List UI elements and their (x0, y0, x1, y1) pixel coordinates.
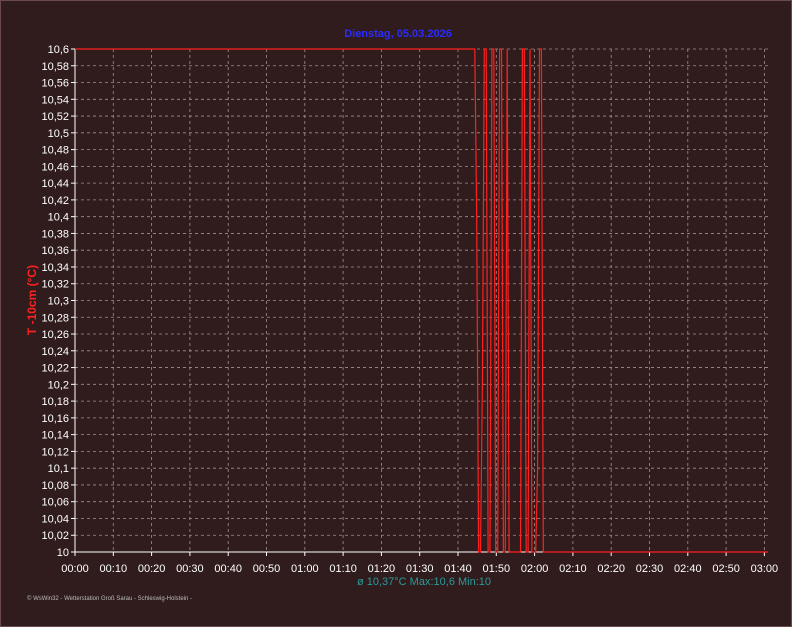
y-tick-label: 10,58 (41, 61, 69, 73)
y-tick-label: 10,52 (41, 111, 69, 123)
y-tick-label: 10,34 (41, 262, 69, 274)
stats-readout: ø 10,37°C Max:10,6 Min:10 (357, 576, 491, 588)
y-axis-label: T -10cm (°C) (25, 265, 39, 335)
x-tick-label: 00:00 (61, 563, 89, 575)
x-tick-label: 02:40 (674, 563, 702, 575)
y-tick-label: 10,28 (41, 312, 69, 324)
y-axis-ticks: 10,6 10,58 10,56 10,54 10,52 10,5 10,48 10,46 10… (41, 44, 75, 559)
x-tick-label: 01:40 (444, 563, 472, 575)
y-tick-label: 10,04 (41, 513, 69, 525)
y-tick-label: 10,6 (48, 44, 69, 56)
x-tick-label: 00:50 (253, 563, 281, 575)
y-tick-label: 10 (57, 547, 69, 559)
x-tick-label: 02:30 (636, 563, 664, 575)
y-tick-label: 10,36 (41, 245, 69, 257)
y-tick-label: 10,22 (41, 363, 69, 375)
x-tick-label: 01:50 (483, 563, 511, 575)
y-tick-label: 10,42 (41, 195, 69, 207)
y-tick-label: 10,2 (48, 379, 69, 391)
x-tick-label: 02:20 (597, 563, 625, 575)
footer-credit: © WsWin32 - Wetterstation Groß Sarau - S… (27, 595, 192, 602)
x-tick-label: 01:20 (368, 563, 396, 575)
temperature-chart: Dienstag, 05.03.2026 T -10cm (°C) 10,610… (25, 28, 778, 602)
y-tick-label: 10,18 (41, 396, 69, 408)
x-tick-label: 02:00 (521, 563, 549, 575)
x-tick-label: 00:10 (100, 563, 128, 575)
y-tick-label: 10,48 (41, 145, 69, 157)
grid (74, 48, 768, 553)
y-tick-label: 10,4 (48, 212, 69, 224)
y-tick-label: 10,54 (41, 94, 69, 106)
y-tick-label: 10,46 (41, 161, 69, 173)
y-tick-label: 10,08 (41, 480, 69, 492)
x-tick-label: 01:00 (291, 563, 319, 575)
x-tick-label: 02:10 (559, 563, 587, 575)
y-tick-label: 10,56 (41, 78, 69, 90)
x-tick-label: 00:40 (214, 563, 242, 575)
x-tick-label: 00:20 (138, 563, 166, 575)
x-tick-label: 01:30 (406, 563, 434, 575)
x-axis-ticks: 00:00 00:10 00:20 00:30 00:40 00:50 01:00 01:10… (61, 552, 778, 575)
y-tick-label: 10,06 (41, 497, 69, 509)
x-tick-label: 03:00 (751, 563, 779, 575)
y-tick-label: 10,24 (41, 346, 69, 358)
y-tick-label: 10,14 (41, 430, 69, 442)
x-tick-label: 01:10 (329, 563, 357, 575)
y-tick-label: 10,3 (48, 296, 69, 308)
y-tick-label: 10,1 (48, 463, 69, 475)
y-tick-label: 10,12 (41, 446, 69, 458)
x-tick-label: 02:50 (712, 563, 740, 575)
y-tick-label: 10,38 (41, 228, 69, 240)
y-tick-label: 10,16 (41, 413, 69, 425)
y-tick-label: 10,26 (41, 329, 69, 341)
y-tick-label: 10,5 (48, 128, 69, 140)
y-tick-label: 10,02 (41, 530, 69, 542)
y-tick-label: 10,32 (41, 279, 69, 291)
x-tick-label: 00:30 (176, 563, 204, 575)
y-tick-label: 10,44 (41, 178, 69, 190)
chart-title: Dienstag, 05.03.2026 (344, 28, 452, 40)
